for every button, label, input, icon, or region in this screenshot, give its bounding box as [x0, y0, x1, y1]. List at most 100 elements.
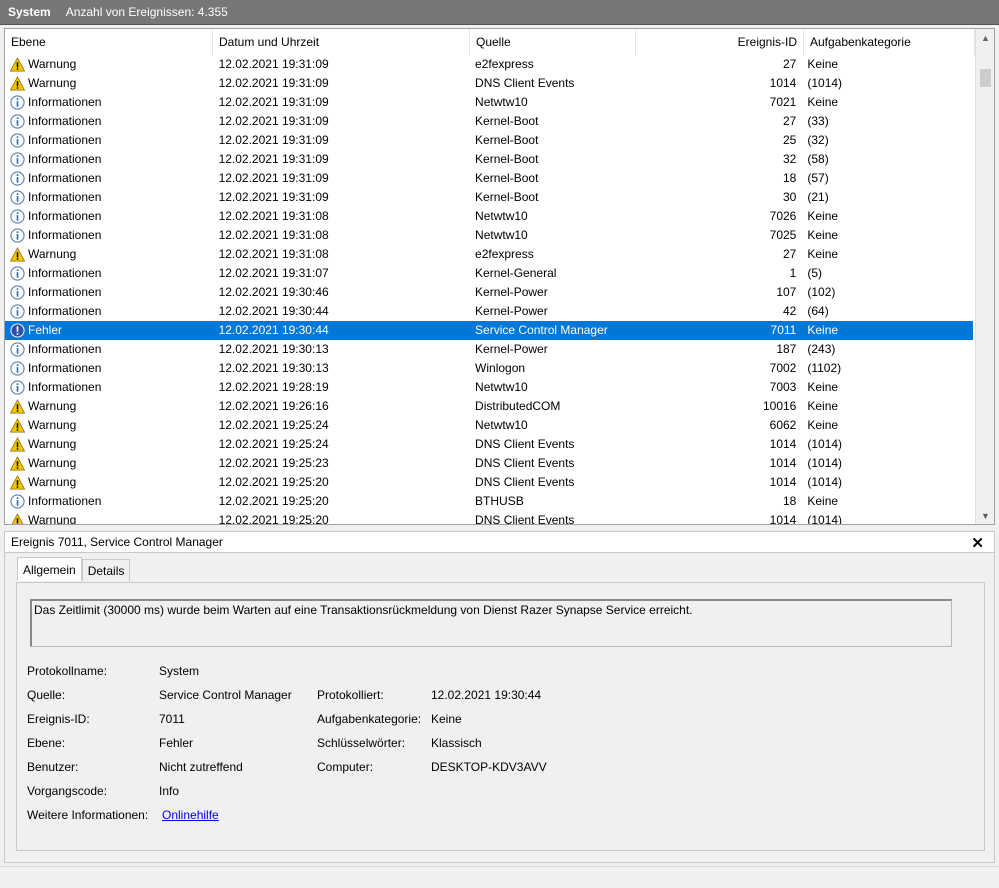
- info-icon: [10, 190, 25, 205]
- cell-category: Keine: [807, 323, 839, 337]
- warning-icon: [9, 437, 26, 452]
- info-icon: [10, 361, 25, 376]
- cell-event-id: 25: [782, 133, 797, 147]
- warning-icon: [9, 418, 26, 433]
- cell-level-text: Informationen: [28, 494, 102, 508]
- scrollbar-thumb[interactable]: [980, 69, 991, 87]
- table-row[interactable]: Informationen 12.02.2021 19:31:09 Kernel-B…: [5, 188, 973, 207]
- cell-source: DNS Client Events: [475, 475, 575, 489]
- cell-event-id: 107: [776, 285, 797, 299]
- cell-event-id: 7003: [769, 380, 797, 394]
- cell-level: Warnung: [5, 473, 213, 492]
- cell-event-id: 42: [782, 304, 797, 318]
- cell-event-id: 30: [782, 190, 797, 204]
- cell-category: (1102): [807, 361, 842, 375]
- cell-level-text: Fehler: [28, 323, 63, 337]
- cell-source: e2fexpress: [475, 247, 534, 261]
- general-tab-panel: Das Zeitlimit (30000 ms) wurde beim Wart…: [16, 582, 985, 851]
- cell-level: Informationen: [5, 169, 213, 188]
- label-keywords: Schlüsselwörter:: [317, 736, 406, 750]
- tab-general[interactable]: Allgemein: [17, 557, 82, 581]
- column-header-category[interactable]: Aufgabenkategorie: [804, 29, 975, 56]
- info-icon: [10, 114, 25, 129]
- cell-category: Keine: [807, 247, 839, 261]
- cell-level: Warnung: [5, 416, 213, 435]
- table-row[interactable]: Warnung 12.02.2021 19:25:23 DNS Client Eve…: [5, 454, 973, 473]
- info-icon: [10, 133, 25, 148]
- cell-date: 12.02.2021 19:25:24: [218, 437, 329, 451]
- event-list[interactable]: Ebene Datum und Uhrzeit Quelle Ereignis-…: [4, 28, 995, 525]
- cell-level: Informationen: [5, 302, 213, 321]
- table-row[interactable]: Informationen 12.02.2021 19:30:44 Kernel-P…: [5, 302, 973, 321]
- table-row[interactable]: Warnung 12.02.2021 19:26:16 DistributedCOM…: [5, 397, 973, 416]
- table-row[interactable]: Informationen 12.02.2021 19:31:08 Netwtw10…: [5, 207, 973, 226]
- event-message-box[interactable]: Das Zeitlimit (30000 ms) wurde beim Wart…: [30, 599, 952, 647]
- table-row[interactable]: Informationen 12.02.2021 19:30:13 Winlogon…: [5, 359, 973, 378]
- cell-source: Netwtw10: [475, 380, 528, 394]
- table-row[interactable]: Informationen 12.02.2021 19:31:09 Kernel-B…: [5, 150, 973, 169]
- cell-event-id: 1014: [769, 456, 797, 470]
- table-row[interactable]: Informationen 12.02.2021 19:30:13 Kernel-P…: [5, 340, 973, 359]
- table-row[interactable]: Warnung 12.02.2021 19:31:08 e2fexpress 27 Ke…: [5, 245, 973, 264]
- cell-level: Warnung: [5, 511, 213, 524]
- label-level: Ebene:: [27, 736, 66, 750]
- cell-level-text: Informationen: [28, 304, 102, 318]
- table-row-selected[interactable]: Fehler 12.02.2021 19:30:44 Service Control…: [5, 321, 973, 340]
- table-row[interactable]: Informationen 12.02.2021 19:25:20 BTHUSB 18…: [5, 492, 973, 511]
- value-keywords: Klassisch: [431, 736, 482, 750]
- table-row[interactable]: Informationen 12.02.2021 19:31:07 Kernel-G…: [5, 264, 973, 283]
- cell-event-id: 187: [776, 342, 797, 356]
- cell-event-id: 10016: [762, 399, 797, 413]
- table-row[interactable]: Warnung 12.02.2021 19:31:09 DNS Client Eve…: [5, 74, 973, 93]
- cell-source: Netwtw10: [475, 228, 528, 242]
- label-source: Quelle:: [27, 688, 66, 702]
- info-icon: [10, 304, 25, 319]
- cell-level-text: Warnung: [28, 399, 77, 413]
- tab-details[interactable]: Details: [81, 559, 131, 581]
- cell-date: 12.02.2021 19:31:09: [218, 133, 329, 147]
- table-row[interactable]: Warnung 12.02.2021 19:25:20 DNS Client Eve…: [5, 511, 973, 524]
- scroll-down-arrow-icon[interactable]: ▼: [976, 507, 994, 524]
- cell-level-text: Warnung: [28, 475, 77, 489]
- table-row[interactable]: Informationen 12.02.2021 19:31:09 Kernel-B…: [5, 169, 973, 188]
- cell-category: Keine: [807, 95, 839, 109]
- column-header-level[interactable]: Ebene: [5, 29, 213, 56]
- table-row[interactable]: Warnung 12.02.2021 19:25:20 DNS Client Eve…: [5, 473, 973, 492]
- cell-source: Netwtw10: [475, 209, 528, 223]
- warning-icon: [9, 76, 26, 91]
- column-header-source[interactable]: Quelle: [470, 29, 636, 56]
- table-row[interactable]: Warnung 12.02.2021 19:31:09 e2fexpress 27 Ke…: [5, 55, 973, 74]
- cell-source: Kernel-Power: [475, 342, 548, 356]
- cell-level: Informationen: [5, 131, 213, 150]
- cell-category: Keine: [807, 418, 839, 432]
- close-icon[interactable]: ✕: [971, 534, 984, 552]
- cell-event-id: 27: [782, 247, 797, 261]
- value-source: Service Control Manager: [159, 688, 292, 702]
- column-header-event-id[interactable]: Ereignis-ID: [636, 29, 804, 56]
- cell-level-text: Warnung: [28, 418, 77, 432]
- table-row[interactable]: Informationen 12.02.2021 19:31:08 Netwtw10…: [5, 226, 973, 245]
- scroll-up-arrow-icon[interactable]: ▲: [976, 29, 994, 46]
- column-header-date[interactable]: Datum und Uhrzeit: [213, 29, 470, 56]
- cell-category: (21): [807, 190, 829, 204]
- cell-level: Informationen: [5, 340, 213, 359]
- cell-category: (64): [807, 304, 829, 318]
- table-row[interactable]: Informationen 12.02.2021 19:31:09 Netwtw10…: [5, 93, 973, 112]
- table-row[interactable]: Informationen 12.02.2021 19:30:46 Kernel-P…: [5, 283, 973, 302]
- table-row[interactable]: Informationen 12.02.2021 19:31:09 Kernel-B…: [5, 131, 973, 150]
- cell-event-id: 1014: [769, 475, 797, 489]
- table-row[interactable]: Informationen 12.02.2021 19:28:19 Netwtw10…: [5, 378, 973, 397]
- cell-level-text: Informationen: [28, 209, 102, 223]
- table-row[interactable]: Warnung 12.02.2021 19:25:24 Netwtw10 6062 Ke…: [5, 416, 973, 435]
- table-row[interactable]: Informationen 12.02.2021 19:31:09 Kernel-B…: [5, 112, 973, 131]
- online-help-link[interactable]: Onlinehilfe: [162, 808, 219, 822]
- value-user: Nicht zutreffend: [159, 760, 243, 774]
- cell-event-id: 6062: [769, 418, 797, 432]
- value-opcode: Info: [159, 784, 180, 798]
- cell-source: DistributedCOM: [475, 399, 561, 413]
- cell-level: Informationen: [5, 207, 213, 226]
- info-icon: [10, 209, 25, 224]
- vertical-scrollbar[interactable]: ▲ ▼: [975, 29, 994, 524]
- table-row[interactable]: Warnung 12.02.2021 19:25:24 DNS Client Eve…: [5, 435, 973, 454]
- cell-category: (1014): [807, 437, 843, 451]
